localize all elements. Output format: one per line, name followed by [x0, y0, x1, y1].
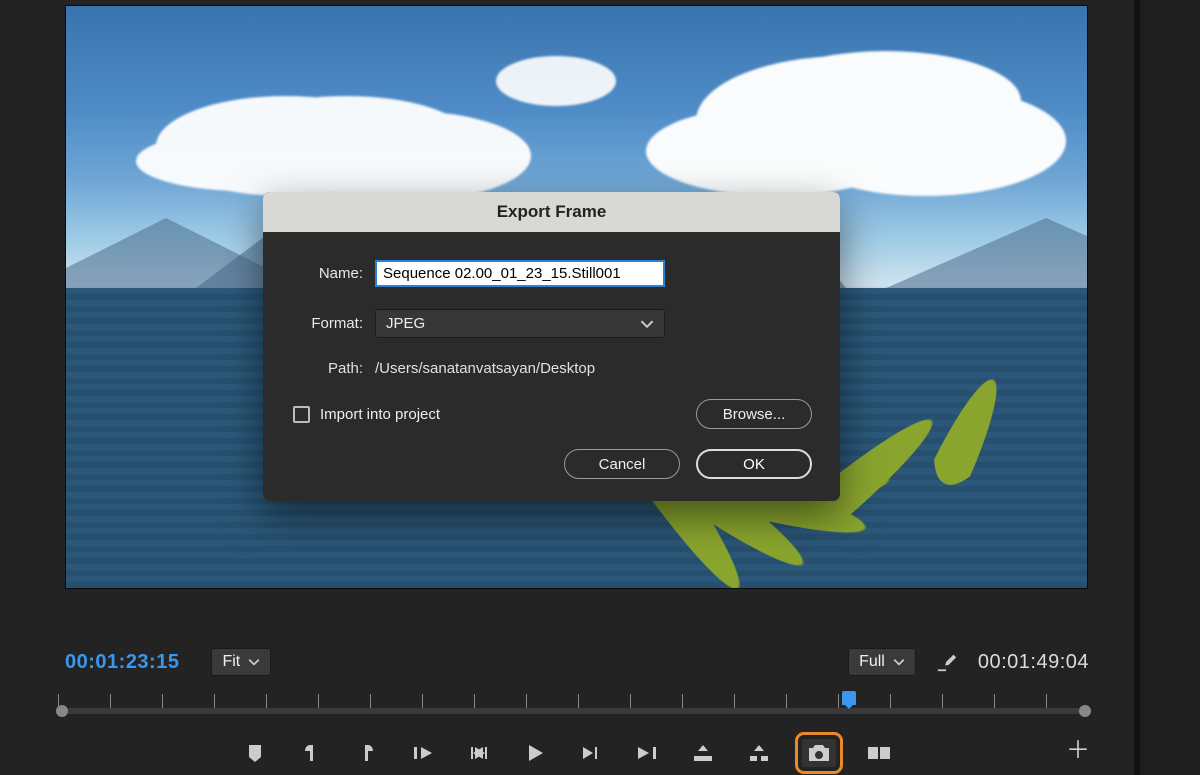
playhead-timecode[interactable]: 00:01:23:15 — [65, 651, 179, 674]
go-to-out-icon[interactable] — [634, 740, 660, 766]
quality-select[interactable]: Full — [848, 648, 916, 676]
cancel-button[interactable]: Cancel — [564, 449, 680, 479]
name-input[interactable] — [375, 260, 665, 287]
mark-in-icon[interactable] — [298, 740, 324, 766]
ok-button[interactable]: OK — [696, 449, 812, 479]
import-into-project-checkbox[interactable] — [293, 406, 310, 423]
path-value: /Users/sanatanvatsayan/Desktop — [375, 360, 595, 377]
format-label: Format: — [291, 315, 363, 332]
mark-out-icon[interactable] — [354, 740, 380, 766]
zoom-value: Fit — [222, 653, 240, 671]
export-frame-icon[interactable] — [802, 739, 836, 767]
settings-icon[interactable] — [934, 649, 960, 675]
comparison-view-icon[interactable] — [866, 740, 892, 766]
name-label: Name: — [291, 265, 363, 282]
step-forward-icon[interactable] — [578, 740, 604, 766]
dialog-title: Export Frame — [263, 192, 840, 232]
playhead-icon[interactable] — [842, 691, 856, 705]
format-value: JPEG — [386, 315, 425, 332]
sequence-duration: 00:01:49:04 — [978, 651, 1089, 674]
chevron-down-icon — [640, 317, 654, 335]
import-into-project-label: Import into project — [320, 406, 440, 423]
lift-icon[interactable] — [690, 740, 716, 766]
add-marker-icon[interactable] — [242, 740, 268, 766]
browse-button[interactable]: Browse... — [696, 399, 812, 429]
timeline-scrubber[interactable] — [58, 694, 1089, 726]
step-back-icon[interactable] — [466, 740, 492, 766]
path-label: Path: — [291, 360, 363, 377]
quality-value: Full — [859, 653, 885, 671]
export-frame-dialog: Export Frame Name: Format: JPEG Path: /U… — [263, 192, 840, 501]
transport-bar — [0, 731, 1134, 775]
format-select[interactable]: JPEG — [375, 309, 665, 338]
button-editor-icon[interactable]: ＋ — [1066, 730, 1090, 765]
play-icon[interactable] — [522, 740, 548, 766]
go-to-in-icon[interactable] — [410, 740, 436, 766]
extract-icon[interactable] — [746, 740, 772, 766]
zoom-select[interactable]: Fit — [211, 648, 271, 676]
